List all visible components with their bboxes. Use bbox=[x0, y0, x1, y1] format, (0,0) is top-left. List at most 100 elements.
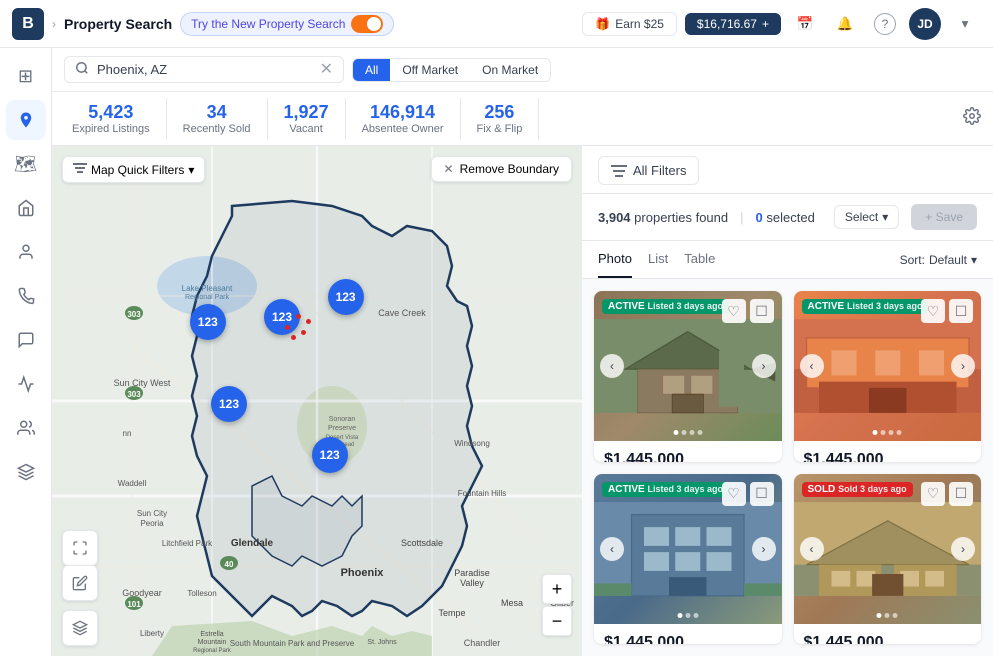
card-prev-btn-1[interactable]: ‹ bbox=[600, 354, 624, 378]
svg-text:Liberty: Liberty bbox=[140, 629, 164, 638]
sort-control[interactable]: Sort: Default ▾ bbox=[900, 245, 977, 275]
stats-settings-icon[interactable] bbox=[963, 107, 981, 130]
tab-photo[interactable]: Photo bbox=[598, 241, 632, 278]
favorite-btn-2[interactable]: ♡ bbox=[921, 299, 945, 323]
svg-text:Windsong: Windsong bbox=[454, 439, 490, 448]
balance-button[interactable]: $16,716.67 + bbox=[685, 13, 781, 35]
app-logo[interactable]: B bbox=[12, 8, 44, 40]
sidebar-item-chart[interactable] bbox=[6, 364, 46, 404]
stat-vacant[interactable]: 1,927 Vacant bbox=[268, 98, 346, 139]
cluster-marker-2[interactable]: 123 bbox=[264, 299, 300, 335]
sidebar-item-team[interactable] bbox=[6, 408, 46, 448]
sidebar-item-map[interactable]: 🗺 bbox=[6, 144, 46, 184]
user-menu-button[interactable]: ▾ bbox=[949, 8, 981, 40]
cluster-marker-1[interactable]: 123 bbox=[190, 304, 226, 340]
sidebar-item-phone[interactable] bbox=[6, 276, 46, 316]
property-card-1[interactable]: ACTIVE Listed 3 days ago ‹ › ♡ ☐ bbox=[594, 291, 782, 462]
earn-button[interactable]: 🎁 Earn $25 bbox=[582, 12, 677, 36]
new-feature-toggle[interactable] bbox=[351, 15, 383, 33]
card-prev-btn-4[interactable]: ‹ bbox=[800, 537, 824, 561]
sidebar-item-house[interactable] bbox=[6, 188, 46, 228]
card-price-3: $1,445,000 bbox=[604, 634, 772, 645]
favorite-btn-3[interactable]: ♡ bbox=[722, 482, 746, 506]
vacant-label: Vacant bbox=[289, 123, 322, 135]
stat-recently-sold[interactable]: 34 Recently Sold bbox=[167, 98, 268, 139]
select-dropdown[interactable]: Select ▾ bbox=[834, 205, 899, 229]
tab-table[interactable]: Table bbox=[684, 241, 715, 278]
fullscreen-button[interactable] bbox=[62, 530, 98, 566]
sidebar-item-person[interactable] bbox=[6, 232, 46, 272]
absentee-label: Absentee Owner bbox=[362, 123, 444, 135]
property-card-2[interactable]: ACTIVE Listed 3 days ago ‹ › ♡ ☐ bbox=[794, 291, 982, 462]
user-avatar[interactable]: JD bbox=[909, 8, 941, 40]
svg-text:South Mountain Park and Preser: South Mountain Park and Preserve bbox=[230, 639, 355, 648]
card-dots-4 bbox=[877, 613, 898, 618]
filter-tab-all[interactable]: All bbox=[353, 59, 390, 81]
property-card-3[interactable]: ACTIVE Listed 3 days ago ‹ › ♡ ☐ bbox=[594, 474, 782, 645]
card-next-btn-4[interactable]: › bbox=[951, 537, 975, 561]
card-prev-btn-3[interactable]: ‹ bbox=[600, 537, 624, 561]
absentee-count: 146,914 bbox=[370, 102, 435, 123]
svg-text:303: 303 bbox=[127, 310, 141, 319]
calendar-button[interactable]: 📅 bbox=[789, 8, 821, 40]
all-filters-button[interactable]: All Filters bbox=[598, 156, 699, 185]
select-btn-2[interactable]: ☐ bbox=[949, 299, 973, 323]
draw-tool-button[interactable] bbox=[62, 565, 98, 601]
tab-list[interactable]: List bbox=[648, 241, 668, 278]
card-prev-btn-2[interactable]: ‹ bbox=[800, 354, 824, 378]
map-quick-filters-button[interactable]: Map Quick Filters ▾ bbox=[62, 156, 205, 183]
sidebar-item-layers[interactable] bbox=[6, 452, 46, 492]
search-input[interactable] bbox=[97, 62, 312, 77]
filter-tab-on-market[interactable]: On Market bbox=[470, 59, 550, 81]
cluster-marker-3[interactable]: 123 bbox=[211, 386, 247, 422]
card-next-btn-2[interactable]: › bbox=[951, 354, 975, 378]
fix-flip-label: Fix & Flip bbox=[477, 123, 523, 135]
filters-row: All Filters bbox=[582, 146, 993, 194]
search-bar-row: ✕ All Off Market On Market bbox=[52, 48, 993, 92]
stat-fix-flip[interactable]: 256 Fix & Flip bbox=[461, 98, 540, 139]
svg-text:Cave Creek: Cave Creek bbox=[378, 308, 426, 318]
cluster-marker-5[interactable]: 123 bbox=[328, 279, 364, 315]
count-label: properties found bbox=[634, 210, 728, 225]
sidebar-item-grid[interactable]: ⊞ bbox=[6, 56, 46, 96]
cluster-marker-4[interactable]: 123 bbox=[312, 437, 348, 473]
svg-text:40: 40 bbox=[225, 560, 234, 569]
stat-expired[interactable]: 5,423 Expired Listings bbox=[64, 98, 167, 139]
svg-text:Mesa: Mesa bbox=[501, 598, 523, 608]
card-actions-1: ♡ ☐ bbox=[722, 299, 774, 323]
zoom-out-button[interactable]: − bbox=[542, 606, 572, 636]
property-dot bbox=[285, 325, 290, 330]
save-button[interactable]: + Save bbox=[911, 204, 977, 230]
map-zoom-controls: + − bbox=[542, 574, 572, 636]
sidebar-item-pin[interactable] bbox=[6, 100, 46, 140]
add-icon: + bbox=[762, 17, 769, 31]
clear-search-button[interactable]: ✕ bbox=[320, 62, 333, 78]
svg-text:St. Johns: St. Johns bbox=[367, 639, 397, 646]
map-area[interactable]: Lake Pleasant Regional Park Sonoran Pres… bbox=[52, 146, 582, 656]
favorite-btn-4[interactable]: ♡ bbox=[921, 482, 945, 506]
sidebar-item-chat[interactable] bbox=[6, 320, 46, 360]
card-next-btn-3[interactable]: › bbox=[752, 537, 776, 561]
map-layers-button[interactable] bbox=[62, 610, 98, 646]
svg-text:Sun City West: Sun City West bbox=[114, 378, 171, 388]
sold-label: Recently Sold bbox=[183, 123, 251, 135]
select-btn-1[interactable]: ☐ bbox=[750, 299, 774, 323]
split-area: Lake Pleasant Regional Park Sonoran Pres… bbox=[52, 146, 993, 656]
status-badge-3: ACTIVE Listed 3 days ago bbox=[602, 482, 729, 497]
status-badge-4: SOLD Sold 3 days ago bbox=[802, 482, 913, 497]
notifications-button[interactable]: 🔔 bbox=[829, 8, 861, 40]
favorite-btn-1[interactable]: ♡ bbox=[722, 299, 746, 323]
property-card-4[interactable]: SOLD Sold 3 days ago ‹ › ♡ ☐ bbox=[794, 474, 982, 645]
new-feature-badge[interactable]: Try the New Property Search bbox=[180, 12, 394, 36]
help-button[interactable]: ? bbox=[869, 8, 901, 40]
svg-text:Chandler: Chandler bbox=[464, 638, 501, 648]
results-count: 3,904 properties found bbox=[598, 210, 728, 225]
zoom-in-button[interactable]: + bbox=[542, 574, 572, 604]
search-input-wrapper[interactable]: ✕ bbox=[64, 56, 344, 83]
select-btn-3[interactable]: ☐ bbox=[750, 482, 774, 506]
select-btn-4[interactable]: ☐ bbox=[949, 482, 973, 506]
stat-absentee[interactable]: 146,914 Absentee Owner bbox=[346, 98, 461, 139]
filter-tab-off-market[interactable]: Off Market bbox=[390, 59, 470, 81]
card-next-btn-1[interactable]: › bbox=[752, 354, 776, 378]
remove-boundary-button[interactable]: ✕ Remove Boundary bbox=[431, 156, 572, 182]
